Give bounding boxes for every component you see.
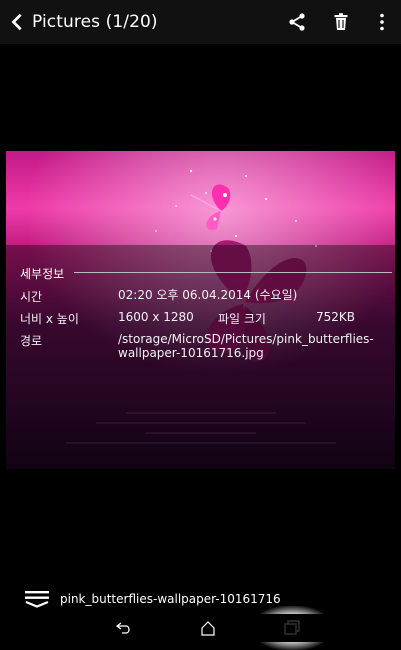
appbar-actions — [275, 0, 401, 44]
file-name: pink_butterflies-wallpaper-10161716 — [60, 592, 281, 606]
details-toggle-icon[interactable] — [25, 590, 49, 608]
app-bar: Pictures (1/20) — [0, 0, 401, 44]
time-value: 02:20 오후 06.04.2014 (수요일) — [118, 288, 298, 302]
time-label: 시간 — [20, 290, 43, 304]
overflow-menu-icon — [380, 13, 384, 31]
chevron-left-icon — [11, 13, 22, 31]
file-size-value: 752KB — [316, 310, 356, 324]
nav-home-button[interactable] — [192, 614, 224, 642]
path-value-line1: /storage/MicroSD/Pictures/pink_butterfli… — [118, 332, 374, 346]
dimensions-label: 너비 x 높이 — [20, 312, 79, 326]
filename-bar: pink_butterflies-wallpaper-10161716 — [0, 584, 401, 614]
share-button[interactable] — [275, 0, 319, 44]
back-button[interactable]: Pictures (1/20) — [0, 0, 158, 44]
delete-button[interactable] — [319, 0, 363, 44]
divider — [74, 272, 392, 273]
home-icon — [201, 621, 215, 636]
nav-recents-button[interactable] — [276, 614, 308, 642]
nav-back-button[interactable] — [108, 614, 140, 642]
path-value-line2: wallpaper-10161716.jpg — [118, 346, 264, 360]
trash-icon — [334, 13, 348, 30]
overflow-menu-button[interactable] — [363, 0, 401, 44]
share-icon — [289, 13, 305, 31]
file-size-label: 파일 크기 — [218, 312, 266, 326]
details-heading: 세부정보 — [20, 267, 65, 281]
recents-icon — [284, 620, 300, 635]
page-title: Pictures (1/20) — [32, 12, 158, 32]
path-label: 경로 — [20, 334, 43, 348]
back-icon — [116, 622, 130, 634]
system-nav-bar — [0, 614, 401, 642]
dimensions-value: 1600 x 1280 — [118, 310, 194, 324]
